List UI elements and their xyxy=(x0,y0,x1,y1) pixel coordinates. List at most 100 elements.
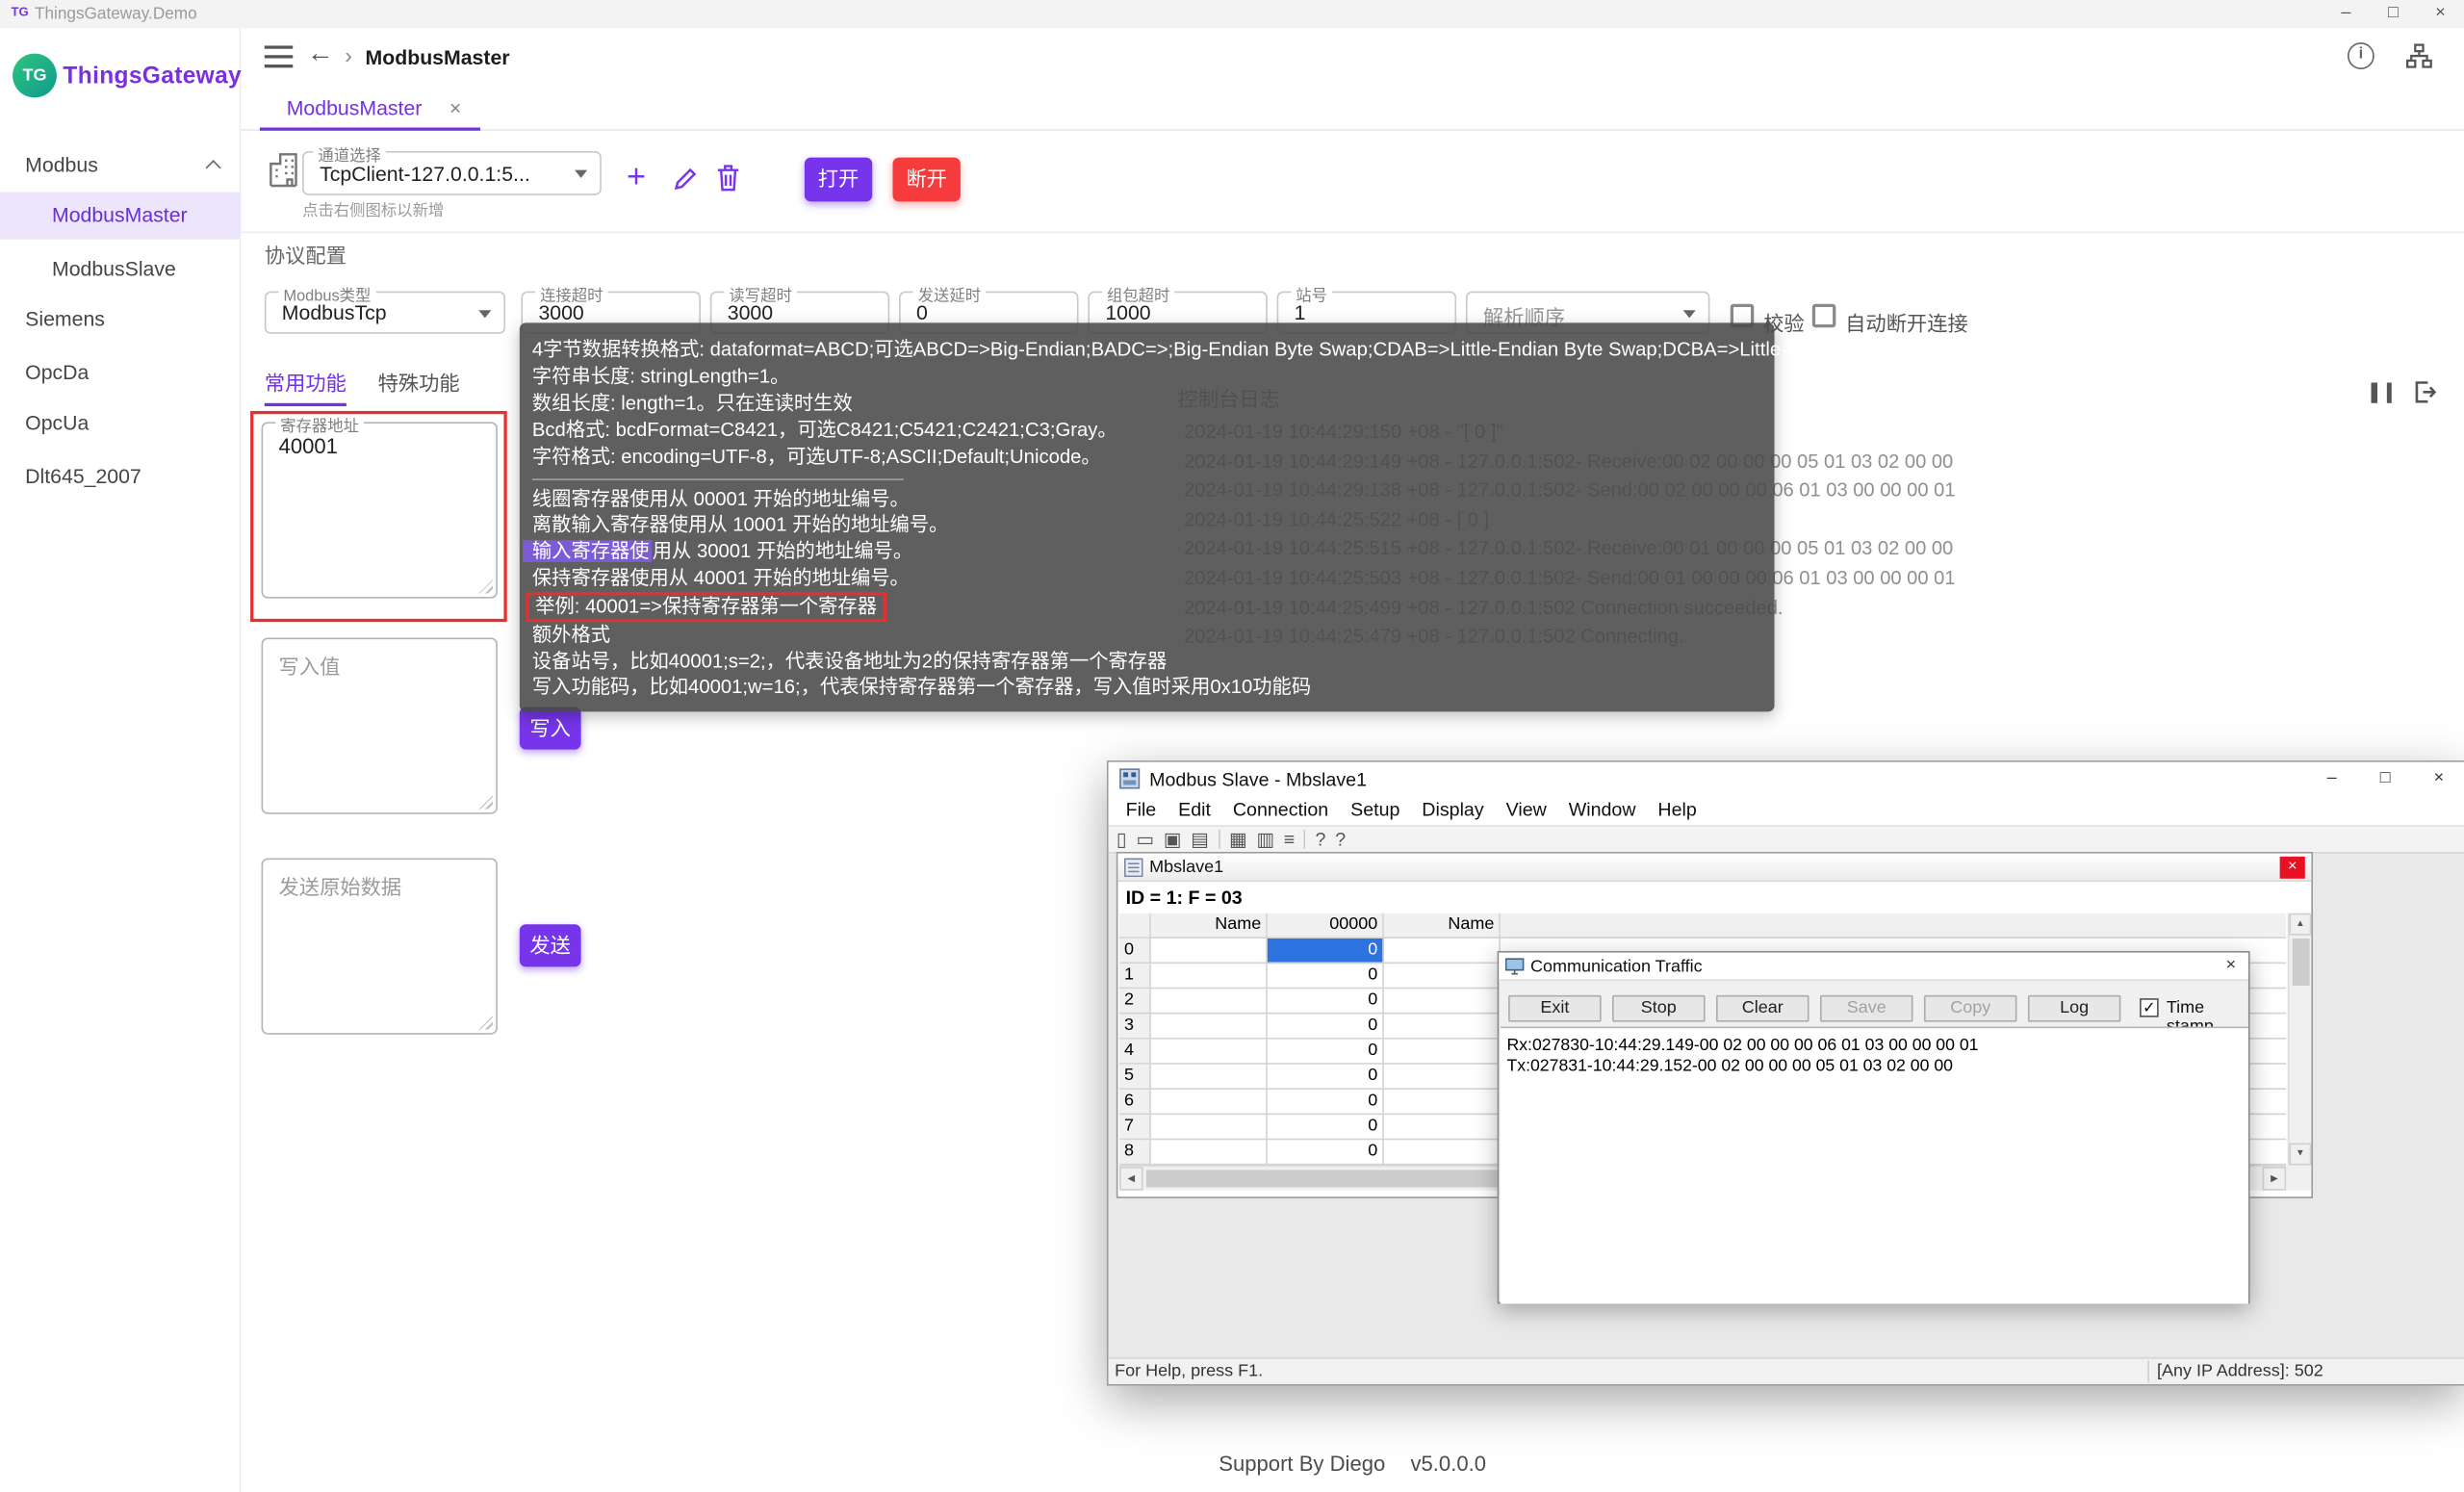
read-write-definition-icon[interactable]: ▥ xyxy=(1256,828,1274,850)
resize-grip-icon[interactable] xyxy=(478,579,493,594)
traffic-close-icon[interactable]: × xyxy=(2217,954,2245,979)
grid-value-cell[interactable]: 0 xyxy=(1268,939,1384,964)
clear-button[interactable]: Clear xyxy=(1716,995,1810,1022)
grid-value-cell[interactable]: 0 xyxy=(1268,1090,1384,1115)
sidebar-item-modbusmaster[interactable]: ModbusMaster xyxy=(0,193,241,240)
grid-name-cell-2[interactable] xyxy=(1384,1065,1501,1090)
slave-menu-setup[interactable]: Setup xyxy=(1340,795,1411,825)
mbslave1-title: Mbslave1 xyxy=(1149,859,1223,878)
grid-value-cell[interactable]: 0 xyxy=(1268,989,1384,1014)
grid-value-cell[interactable]: 0 xyxy=(1268,1040,1384,1065)
grid-name-cell-2[interactable] xyxy=(1384,939,1501,964)
slave-menu-edit[interactable]: Edit xyxy=(1168,795,1222,825)
grid-value-cell[interactable]: 0 xyxy=(1268,1065,1384,1090)
slave-menu-file[interactable]: File xyxy=(1115,795,1168,825)
slave-close-button[interactable]: × xyxy=(2412,762,2464,795)
slave-titlebar[interactable]: Modbus Slave - Mbslave1 – □ × xyxy=(1109,762,2464,795)
slave-minimize-button[interactable]: – xyxy=(2305,762,2359,795)
window-minimize-button[interactable]: – xyxy=(2323,0,2370,28)
communication-traffic-icon[interactable]: ≡ xyxy=(1284,828,1295,850)
edit-channel-icon[interactable] xyxy=(672,166,699,193)
grid-value-cell[interactable]: 0 xyxy=(1268,1140,1384,1165)
new-file-icon[interactable]: ▯ xyxy=(1116,828,1127,850)
grid-name-cell-2[interactable] xyxy=(1384,964,1501,989)
scroll-left-icon[interactable]: ◀ xyxy=(1119,1167,1143,1191)
stop-button[interactable]: Stop xyxy=(1612,995,1706,1022)
sidebar-item-opcua[interactable]: OpcUa xyxy=(0,399,241,447)
sidebar-item-siemens[interactable]: Siemens xyxy=(0,296,241,344)
channel-select[interactable]: 通道选择 TcpClient-127.0.0.1:5... xyxy=(302,151,602,195)
tooltip-example-line: 举例: 40001=>保持寄存器第一个寄存器 xyxy=(532,592,1762,621)
grid-name-cell-2[interactable] xyxy=(1384,1040,1501,1065)
slave-menu-view[interactable]: View xyxy=(1495,795,1557,825)
grid-name-cell-2[interactable] xyxy=(1384,1140,1501,1165)
log-button[interactable]: Log xyxy=(2028,995,2121,1022)
grid-name-cell[interactable] xyxy=(1151,1014,1268,1039)
grid-value-cell[interactable]: 0 xyxy=(1268,1115,1384,1140)
sidebar-item-opcda[interactable]: OpcDa xyxy=(0,349,241,397)
grid-name-cell[interactable] xyxy=(1151,1090,1268,1115)
slave-menu-help[interactable]: Help xyxy=(1647,795,1707,825)
open-button[interactable]: 打开 xyxy=(805,158,872,202)
write-button[interactable]: 写入 xyxy=(520,707,581,749)
grid-name-cell[interactable] xyxy=(1151,1115,1268,1140)
sidebar-item-modbus[interactable]: Modbus xyxy=(0,141,241,189)
grid-value-cell[interactable]: 0 xyxy=(1268,1014,1384,1039)
save-file-icon[interactable]: ▣ xyxy=(1164,828,1182,850)
grid-name-cell[interactable] xyxy=(1151,1040,1268,1065)
window-close-button[interactable]: × xyxy=(2417,0,2464,28)
grid-name-cell-2[interactable] xyxy=(1384,989,1501,1014)
grid-name-cell-2[interactable] xyxy=(1384,1014,1501,1039)
slave-maximize-button[interactable]: □ xyxy=(2358,762,2412,795)
grid-name-cell-2[interactable] xyxy=(1384,1090,1501,1115)
mbslave1-titlebar[interactable]: Mbslave1 × xyxy=(1117,854,2311,882)
sidebar-item-dlt645_2007[interactable]: Dlt645_2007 xyxy=(0,453,241,501)
mbslave1-close-button[interactable]: × xyxy=(2280,857,2305,879)
open-file-icon[interactable]: ▭ xyxy=(1136,828,1154,850)
tab-modbusmaster[interactable]: ModbusMaster × xyxy=(260,87,480,131)
scroll-down-icon[interactable]: ▼ xyxy=(2289,1144,2311,1166)
sitemap-icon[interactable] xyxy=(2406,42,2433,69)
back-arrow-icon[interactable]: ← xyxy=(307,38,334,69)
write-value-field[interactable]: 写入值 xyxy=(262,637,498,813)
timestamp-checkbox[interactable]: ✓ xyxy=(2140,998,2159,1017)
tab-close-icon[interactable]: × xyxy=(449,87,461,131)
context-help-icon[interactable]: ? xyxy=(1335,828,1346,850)
resize-grip-icon[interactable] xyxy=(478,1016,493,1030)
protocol-field-1[interactable]: Modbus类型ModbusTcp xyxy=(265,292,505,334)
grid-name-cell[interactable] xyxy=(1151,964,1268,989)
print-icon[interactable]: ▤ xyxy=(1191,828,1209,850)
traffic-titlebar[interactable]: Communication Traffic × xyxy=(1499,953,2248,981)
grid-name-cell[interactable] xyxy=(1151,989,1268,1014)
help-icon[interactable]: ? xyxy=(1315,828,1325,850)
info-icon[interactable]: i xyxy=(2348,42,2374,69)
sidebar-item-modbusslave[interactable]: ModbusSlave xyxy=(0,245,241,293)
export-log-icon[interactable] xyxy=(2412,379,2437,404)
register-address-field[interactable]: 寄存器地址 40001 xyxy=(262,422,498,598)
add-channel-button[interactable]: + xyxy=(627,159,646,196)
grid-name-cell-2[interactable] xyxy=(1384,1115,1501,1140)
disconnect-button[interactable]: 断开 xyxy=(892,158,960,202)
delete-channel-icon[interactable] xyxy=(715,162,742,193)
slave-menu-connection[interactable]: Connection xyxy=(1221,795,1339,825)
grid-name-cell[interactable] xyxy=(1151,939,1268,964)
slave-menu-window[interactable]: Window xyxy=(1557,795,1647,825)
exit-button[interactable]: Exit xyxy=(1508,995,1602,1022)
tab-special-functions[interactable]: 特殊功能 xyxy=(378,367,460,397)
grid-name-cell[interactable] xyxy=(1151,1065,1268,1090)
vertical-scrollbar[interactable]: ▲ ▼ xyxy=(2288,913,2312,1166)
pause-icon[interactable] xyxy=(2372,382,2392,402)
grid-name-cell[interactable] xyxy=(1151,1140,1268,1165)
auto-disconnect-checkbox[interactable] xyxy=(1812,304,1836,328)
slave-menu-display[interactable]: Display xyxy=(1411,795,1495,825)
grid-value-cell[interactable]: 0 xyxy=(1268,964,1384,989)
scroll-right-icon[interactable]: ▶ xyxy=(2263,1167,2287,1191)
send-button[interactable]: 发送 xyxy=(520,924,581,966)
window-maximize-button[interactable]: □ xyxy=(2370,0,2417,28)
hamburger-menu-icon[interactable] xyxy=(265,45,293,67)
display-setup-icon[interactable]: ▦ xyxy=(1229,828,1247,850)
tab-common-functions[interactable]: 常用功能 xyxy=(265,367,346,406)
raw-data-field[interactable]: 发送原始数据 xyxy=(262,859,498,1035)
scroll-up-icon[interactable]: ▲ xyxy=(2289,913,2311,936)
resize-grip-icon[interactable] xyxy=(478,795,493,810)
